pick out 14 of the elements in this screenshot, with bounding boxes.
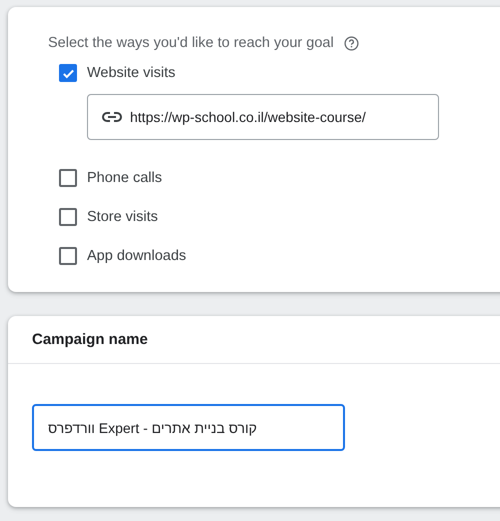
checkbox[interactable] [59,247,77,265]
option-label: Website visits [87,65,176,81]
checkbox[interactable] [59,208,77,226]
checkbox[interactable] [59,169,77,187]
help-icon[interactable] [344,36,359,50]
option-label: App downloads [87,248,186,264]
goal-heading: Select the ways you'd like to reach your goal [48,35,334,51]
option-label: Store visits [87,209,158,225]
campaign-title: Campaign name [8,316,500,364]
campaign-name-field[interactable]: קורס בניית אתרים - Expert וורדפרס [32,404,345,451]
option-label: Phone calls [87,170,162,186]
checkbox[interactable] [59,64,77,82]
url-field[interactable]: https://wp-school.co.il/website-course/ [87,94,439,140]
link-icon [102,111,122,123]
